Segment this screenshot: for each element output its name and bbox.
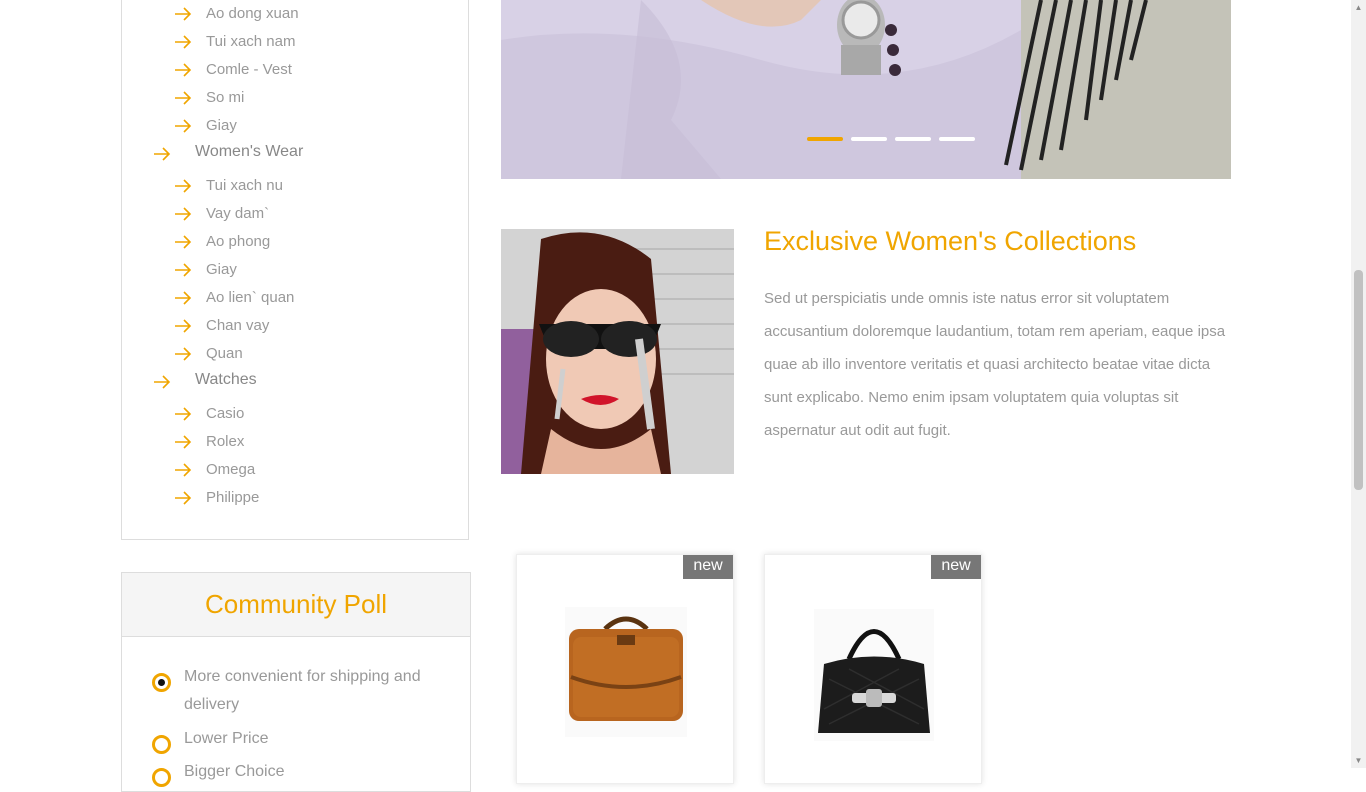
category-label: Casio (206, 405, 245, 422)
radio-icon[interactable] (152, 735, 171, 754)
arrow-right-icon (175, 319, 192, 333)
category-group-label: Watches (195, 371, 257, 388)
arrow-right-icon (175, 63, 192, 77)
poll-option-label: Bigger Choice (184, 763, 285, 780)
arrow-right-icon (175, 491, 192, 505)
category-label: Omega (206, 461, 256, 478)
product-image-briefcase (565, 607, 687, 737)
radio-checked-icon[interactable] (152, 673, 171, 692)
poll-option-label: Lower Price (184, 730, 269, 747)
new-badge: new (683, 555, 733, 579)
feature-title: Exclusive Women's Collections (764, 226, 1137, 256)
category-label: Comle - Vest (206, 61, 292, 78)
category-label: Ao lien` quan (206, 289, 295, 306)
category-menu: Ao dong xuan Tui xach nam Comle - Vest S… (121, 0, 469, 540)
category-label: Tui xach nu (206, 177, 283, 194)
hero-slider[interactable] (501, 0, 1231, 179)
radio-icon[interactable] (152, 768, 171, 787)
product-image-handbag (814, 609, 934, 741)
category-label: Quan (206, 345, 243, 362)
slider-dot[interactable] (851, 137, 887, 141)
arrow-right-icon (175, 119, 192, 133)
category-group-label: Women's Wear (195, 143, 304, 160)
category-label: Giay (206, 117, 237, 134)
hero-image (501, 0, 1231, 179)
arrow-right-icon (175, 179, 192, 193)
slider-dot[interactable] (939, 137, 975, 141)
arrow-right-icon (175, 263, 192, 277)
arrow-right-icon (175, 235, 192, 249)
category-label: Vay dam` (206, 205, 270, 222)
category-label: Ao phong (206, 233, 271, 250)
arrow-right-icon (175, 407, 192, 421)
category-label: Rolex (206, 433, 245, 450)
category-label: So mi (206, 89, 245, 106)
arrow-right-icon (154, 375, 171, 389)
new-badge: new (931, 555, 981, 579)
category-label: Ao dong xuan (206, 5, 299, 22)
community-poll: Community Poll More convenient for shipp… (121, 572, 471, 792)
arrow-right-icon (175, 291, 192, 305)
arrow-right-icon (175, 91, 192, 105)
category-label: Chan vay (206, 317, 270, 334)
scroll-up-icon[interactable]: ▲ (1351, 0, 1366, 15)
arrow-right-icon (154, 147, 171, 161)
arrow-right-icon (175, 7, 192, 21)
arrow-right-icon (175, 435, 192, 449)
arrow-right-icon (175, 35, 192, 49)
scrollbar[interactable]: ▲ ▼ (1351, 0, 1366, 768)
slider-dot[interactable] (895, 137, 931, 141)
category-label: Philippe (206, 489, 260, 506)
category-label: Tui xach nam (206, 33, 296, 50)
product-card[interactable]: new (516, 554, 734, 784)
arrow-right-icon (175, 463, 192, 477)
slider-dot[interactable] (807, 137, 843, 141)
arrow-right-icon (175, 347, 192, 361)
feature-image (501, 229, 734, 474)
product-card[interactable]: new (764, 554, 982, 784)
scroll-down-icon[interactable]: ▼ (1351, 753, 1366, 768)
category-label: Giay (206, 261, 237, 278)
poll-option-label: More convenient for shipping and deliver… (184, 668, 421, 713)
feature-description: Sed ut perspiciatis unde omnis iste natu… (764, 290, 1226, 439)
arrow-right-icon (175, 207, 192, 221)
poll-title: Community Poll (122, 573, 470, 637)
scroll-thumb[interactable] (1354, 270, 1363, 490)
